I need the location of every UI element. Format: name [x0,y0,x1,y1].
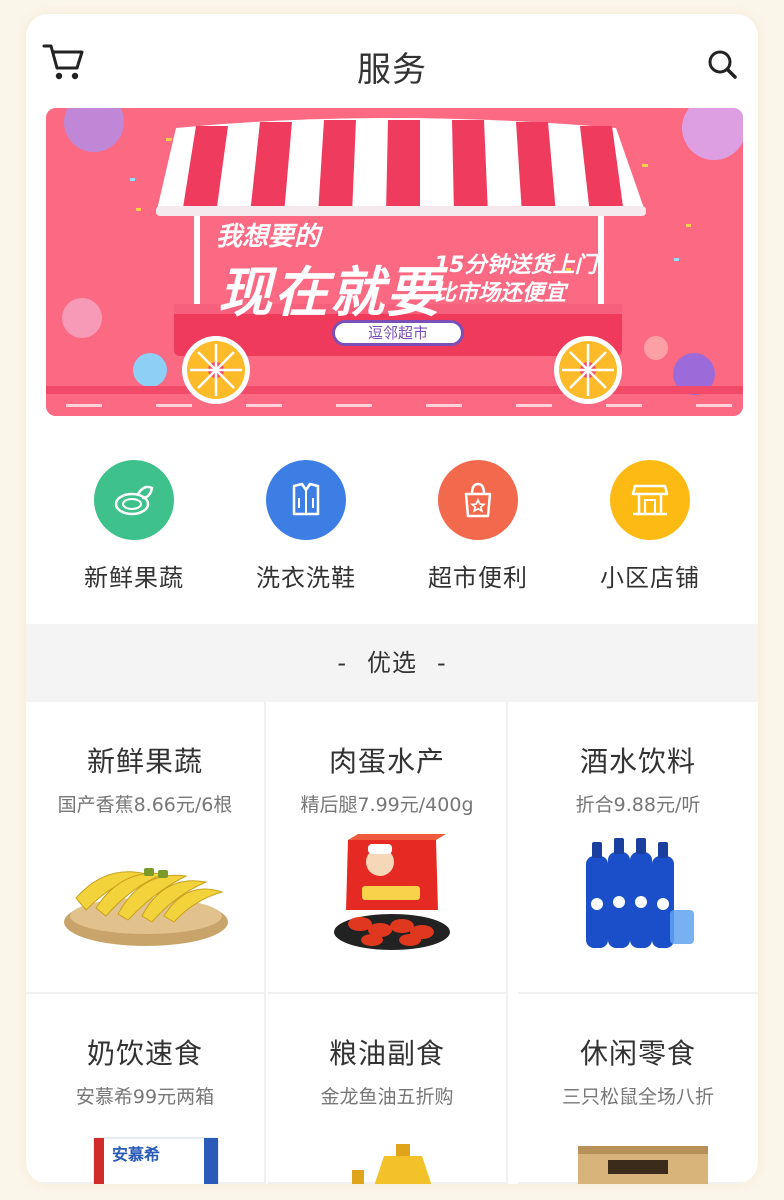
product-name: 休闲零食 [579,1037,696,1070]
product-name: 肉蛋水产 [328,745,445,778]
product-card[interactable]: 粮油副食 金龙鱼油五折购 [268,994,508,1184]
section-dash-right: - [437,649,447,677]
fruit-icon [94,460,174,540]
banner-text-3a: 15分钟送货上门 [434,253,597,278]
category-supermarket[interactable]: 超市便利 [398,454,558,593]
product-desc: 国产香蕉8.66元/6根 [57,794,233,816]
banner-text-3: 15分钟送货上门 比市场还便宜 [434,252,597,308]
page-title: 服务 [357,50,427,90]
product-desc: 安慕希99元两箱 [75,1086,215,1108]
category-fruit-veg[interactable]: 新鲜果蔬 [54,454,214,593]
product-card[interactable]: 新鲜果蔬 国产香蕉8.66元/6根 [26,702,266,994]
product-card[interactable]: 肉蛋水产 精后腿7.99元/400g [268,702,508,994]
product-desc: 三只松鼠全场八折 [561,1086,714,1108]
banner-text-3b: 比市场还便宜 [434,281,567,306]
product-desc: 精后腿7.99元/400g [300,794,474,816]
product-card[interactable]: 酒水饮料 折合9.88元/听 [518,702,758,994]
category-label: 小区店铺 [600,564,700,592]
top-bar: 服务 [26,14,758,106]
phone-screen: 服务 我想要的 现在就要 15分钟送货上门 比市场还便宜 逗邻超市 新鲜果蔬 洗… [26,14,758,1184]
section-header-featured: - 优选 - [26,624,758,702]
crayfish-box-image [288,834,488,954]
product-name: 新鲜果蔬 [86,745,203,778]
section-dash-left: - [337,649,347,677]
search-icon[interactable] [706,48,740,82]
product-card[interactable]: 奶饮速食 安慕希99元两箱 安慕希 [26,994,266,1184]
category-label: 超市便利 [428,564,528,592]
category-local-shops[interactable]: 小区店铺 [570,454,730,593]
soda-bottles-image [538,834,738,954]
product-desc: 折合9.88元/听 [575,794,701,816]
yogurt-box-image: 安慕希 [46,1126,246,1184]
category-row: 新鲜果蔬 洗衣洗鞋 超市便利 小区店铺 [26,454,758,604]
cooking-oil-image [288,1126,488,1184]
section-title: 优选 [367,649,417,677]
product-name: 酒水饮料 [579,745,696,778]
category-laundry[interactable]: 洗衣洗鞋 [226,454,386,593]
product-desc: 金龙鱼油五折购 [320,1086,454,1108]
product-card[interactable]: 休闲零食 三只松鼠全场八折 [518,994,758,1184]
shirt-icon [266,460,346,540]
shopping-bag-icon [438,460,518,540]
product-grid: 新鲜果蔬 国产香蕉8.66元/6根 肉蛋水产 精后腿7.99元/400g 酒水饮… [26,702,758,1184]
banana-image [46,834,246,954]
storefront-icon [610,460,690,540]
banner-store-pill: 逗邻超市 [332,320,464,346]
banner-text-2: 现在就要 [218,261,442,324]
promo-banner[interactable]: 我想要的 现在就要 15分钟送货上门 比市场还便宜 逗邻超市 [46,108,743,416]
category-label: 新鲜果蔬 [84,564,184,592]
product-name: 粮油副食 [328,1037,445,1070]
yogurt-brand-label: 安慕希 [112,1145,160,1164]
product-name: 奶饮速食 [86,1037,203,1070]
snack-box-image [538,1126,738,1184]
category-label: 洗衣洗鞋 [256,564,356,592]
